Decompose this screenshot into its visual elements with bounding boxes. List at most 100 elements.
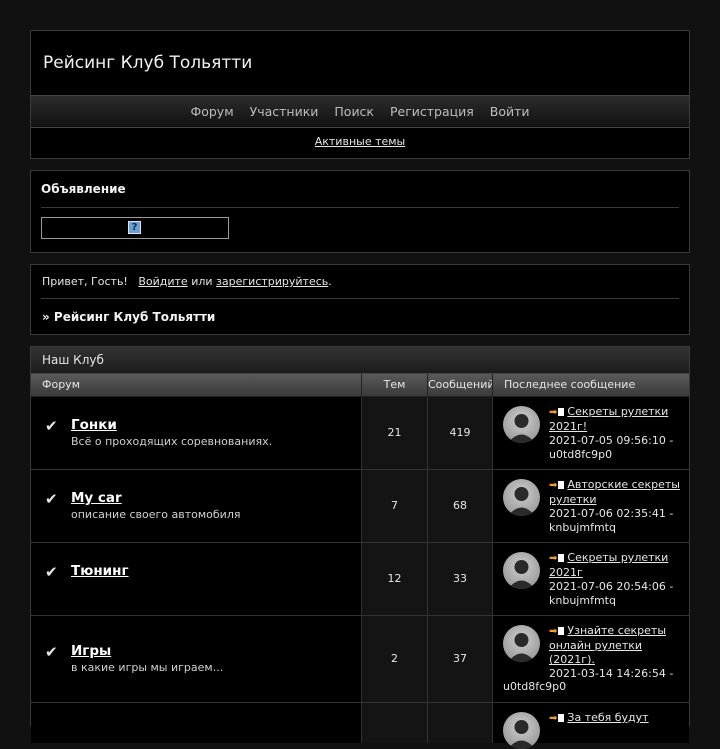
guest-greeting: Привет, Гость! Войдите или зарегистрируй… — [42, 275, 332, 288]
posts-count-cell — [428, 703, 493, 743]
document-icon — [558, 554, 565, 562]
avatar[interactable] — [503, 712, 540, 749]
document-icon — [558, 408, 565, 416]
last-post-title-link[interactable]: Секреты рулетки 2021г — [549, 551, 668, 579]
column-topics: Тем — [362, 374, 428, 396]
topics-count-cell: 21 — [362, 397, 428, 469]
announcement-panel: Объявление ? — [30, 170, 690, 253]
forum-cell: ✔ My car описание своего автомобиля — [31, 470, 362, 542]
arrow-right-icon: ➡ — [549, 480, 558, 491]
user-silhouette-icon — [508, 633, 535, 662]
sub-navbar: Активные темы — [31, 135, 689, 148]
forum-name-link[interactable]: Гонки — [71, 417, 117, 433]
last-post-user[interactable]: knbujmfmtq — [549, 594, 616, 607]
last-post-user[interactable]: knbujmfmtq — [549, 521, 616, 534]
forum-row: ✔ Гонки Всё о проходящих соревнованиях. … — [31, 397, 689, 470]
posts-count: 33 — [453, 572, 467, 585]
document-icon — [558, 714, 565, 722]
checkmark-icon: ✔ — [45, 563, 58, 581]
forum-name-link[interactable]: Игры — [71, 643, 111, 659]
forum-cell: ✔ Тюнинг — [31, 543, 362, 615]
topics-count-cell: 7 — [362, 470, 428, 542]
nav-forum-link[interactable]: Форум — [190, 104, 233, 119]
forum-row: ✔ Тюнинг 12 33 ➡ Секреты рулетки 2021г 20… — [31, 543, 689, 616]
column-posts: Сообщений — [428, 374, 493, 396]
arrow-right-icon: ➡ — [549, 713, 558, 724]
announcement-image-box: ? — [41, 217, 229, 239]
main-navbar: Форум Участники Поиск Регистрация Войти — [31, 95, 689, 128]
last-post-cell: ➡ За тебя будут — [493, 703, 689, 749]
last-post-info: ➡ Узнайте секреты онлайн рулетки (2021г).… — [549, 624, 683, 681]
posts-count: 419 — [449, 426, 471, 439]
arrow-right-icon: ➡ — [549, 626, 558, 637]
avatar[interactable] — [503, 406, 540, 443]
topics-count-cell: 2 — [362, 616, 428, 702]
posts-count-cell: 419 — [428, 397, 493, 469]
topics-count: 12 — [387, 572, 402, 585]
forum-name-link[interactable]: My car — [71, 490, 122, 506]
last-post-info: ➡ За тебя будут — [549, 711, 683, 726]
period-text: . — [328, 275, 332, 288]
forum-row: ✔ My car описание своего автомобиля 7 68… — [31, 470, 689, 543]
arrow-right-icon: ➡ — [549, 407, 558, 418]
user-info-panel: Привет, Гость! Войдите или зарегистрируй… — [30, 264, 690, 335]
avatar[interactable] — [503, 479, 540, 516]
breadcrumb[interactable]: » Рейсинг Клуб Тольятти — [42, 310, 215, 324]
forum-name-link[interactable]: Тюнинг — [71, 563, 129, 579]
last-post-info: ➡ Авторские секреты рулетки 2021-07-06 02… — [549, 478, 683, 535]
last-post-cell: ➡ Узнайте секреты онлайн рулетки (2021г).… — [493, 616, 689, 702]
or-text: или — [191, 275, 213, 288]
last-post-title-link[interactable]: Секреты рулетки 2021г! — [549, 405, 668, 433]
forum-description: описание своего автомобиля — [71, 508, 241, 521]
last-post-date: 2021-07-06 20:54:06 - — [549, 580, 674, 593]
forum-cell — [31, 703, 362, 743]
topics-count-cell: 12 — [362, 543, 428, 615]
forum-row: ✔ Игры в какие игры мы играем... 2 37 ➡ У… — [31, 616, 689, 703]
document-icon — [558, 481, 565, 489]
forum-description: в какие игры мы играем... — [71, 661, 224, 674]
active-topics-link[interactable]: Активные темы — [315, 135, 406, 148]
last-post-date: 2021-03-14 14:26:54 - — [549, 667, 674, 680]
category-title[interactable]: Наш Клуб — [42, 353, 104, 367]
divider — [41, 207, 679, 208]
site-header: Рейсинг Клуб Тольятти Форум Участники По… — [30, 30, 690, 159]
user-silhouette-icon — [508, 414, 535, 443]
checkmark-icon: ✔ — [45, 490, 58, 508]
last-post-date: 2021-07-06 02:35:41 - — [549, 507, 674, 520]
nav-login-link[interactable]: Войти — [490, 104, 530, 119]
last-post-user[interactable]: u0td8fc9p0 — [549, 448, 612, 461]
avatar[interactable] — [503, 552, 540, 589]
last-post-cell: ➡ Секреты рулетки 2021г! 2021-07-05 09:56… — [493, 397, 689, 469]
user-silhouette-icon — [508, 720, 535, 749]
login-link[interactable]: Войдите — [138, 275, 187, 288]
forum-category: Наш Клуб Форум Тем Сообщений Последнее с… — [30, 346, 690, 749]
category-header: Наш Клуб — [31, 347, 689, 374]
nav-members-link[interactable]: Участники — [250, 104, 319, 119]
posts-count: 68 — [453, 499, 467, 512]
forum-cell: ✔ Игры в какие игры мы играем... — [31, 616, 362, 702]
last-post-title-link[interactable]: За тебя будут — [567, 711, 648, 724]
user-silhouette-icon — [508, 487, 535, 516]
last-post-cell: ➡ Секреты рулетки 2021г 2021-07-06 20:54:… — [493, 543, 689, 615]
table-header: Форум Тем Сообщений Последнее сообщение — [31, 374, 689, 397]
last-post-user[interactable]: u0td8fc9p0 — [503, 680, 683, 694]
nav-search-link[interactable]: Поиск — [334, 104, 374, 119]
divider — [41, 298, 679, 299]
column-last-post: Последнее сообщение — [504, 378, 636, 391]
topics-count: 7 — [391, 499, 398, 512]
last-post-title-link[interactable]: Авторские секреты рулетки — [549, 478, 680, 506]
forum-description: Всё о проходящих соревнованиях. — [71, 435, 273, 448]
last-post-title-link[interactable]: Узнайте секреты онлайн рулетки (2021г). — [549, 624, 666, 666]
topics-count-cell — [362, 703, 428, 743]
last-post-date: 2021-07-05 09:56:10 - — [549, 434, 674, 447]
register-link[interactable]: зарегистрируйтесь — [216, 275, 328, 288]
site-title[interactable]: Рейсинг Клуб Тольятти — [43, 53, 252, 73]
question-icon: ? — [128, 221, 141, 234]
last-post-info: ➡ Секреты рулетки 2021г! 2021-07-05 09:56… — [549, 405, 683, 462]
last-post-info: ➡ Секреты рулетки 2021г 2021-07-06 20:54:… — [549, 551, 683, 608]
forum-cell: ✔ Гонки Всё о проходящих соревнованиях. — [31, 397, 362, 469]
page-wrapper: Рейсинг Клуб Тольятти Форум Участники По… — [30, 30, 690, 749]
posts-count-cell: 68 — [428, 470, 493, 542]
avatar[interactable] — [503, 625, 540, 662]
nav-register-link[interactable]: Регистрация — [390, 104, 474, 119]
